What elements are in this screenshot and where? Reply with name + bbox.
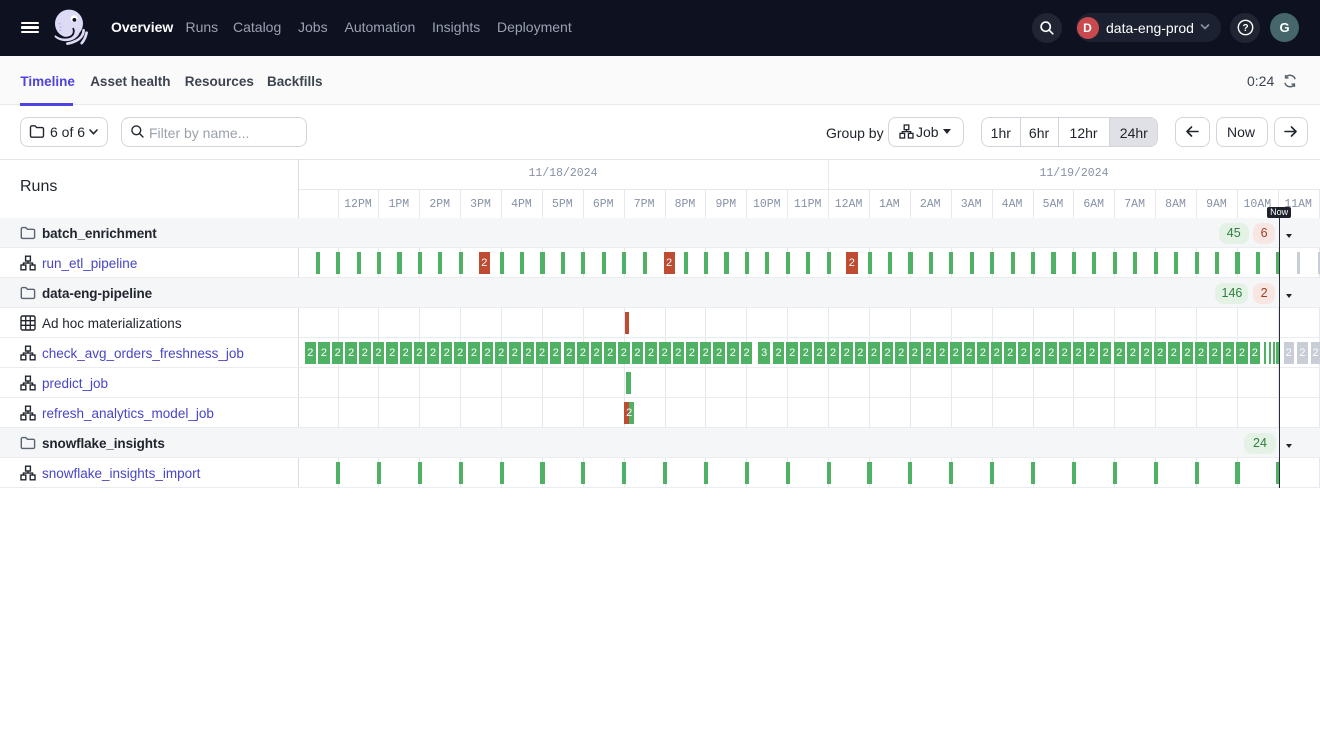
svg-text:?: ? [1242, 23, 1248, 34]
